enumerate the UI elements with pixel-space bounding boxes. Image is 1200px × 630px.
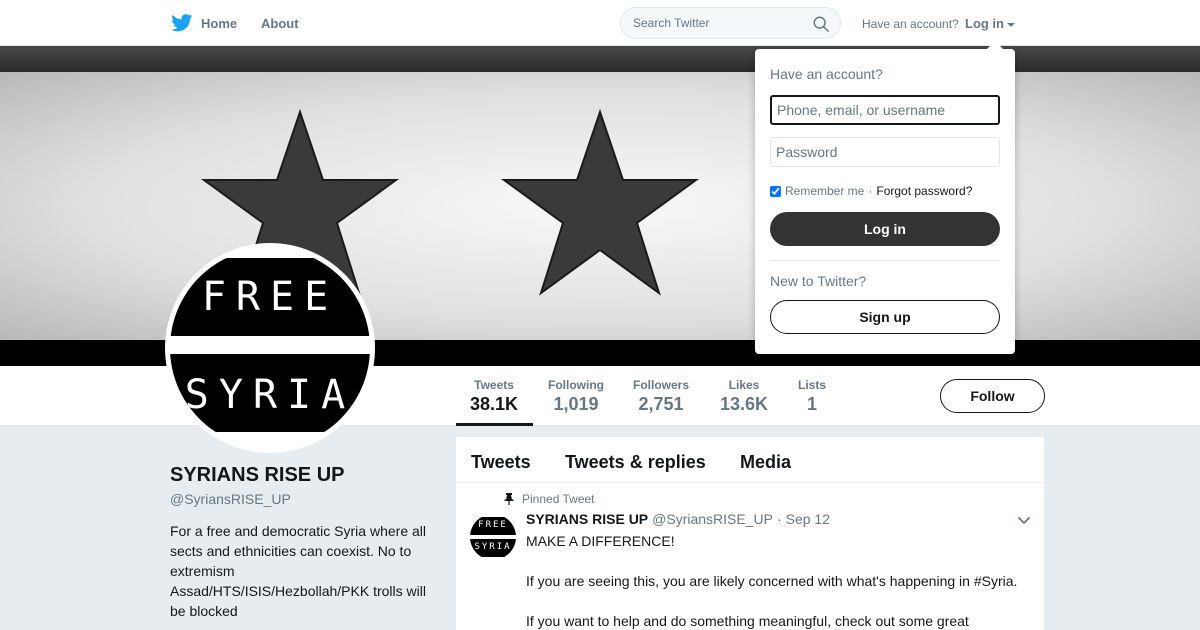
password-field[interactable] — [770, 137, 1000, 167]
avatar-text-line2: SYRIA — [184, 372, 356, 418]
nav-home-label: Home — [201, 15, 238, 31]
tab-media[interactable]: Media — [740, 452, 791, 473]
pinned-label: Pinned Tweet — [522, 492, 595, 506]
tweet-paragraph: MAKE A DIFFERENCE! — [526, 533, 675, 549]
search-input[interactable] — [621, 8, 801, 38]
tweet-date[interactable]: Sep 12 — [786, 511, 830, 527]
tweet-avatar[interactable]: FREE SYRIA — [470, 514, 516, 560]
stat-label: Following — [548, 378, 604, 392]
new-to-twitter-label: New to Twitter? — [770, 273, 867, 289]
chevron-down-icon[interactable] — [1017, 514, 1031, 528]
stat-value: 1,019 — [553, 394, 599, 414]
login-dropdown-toggle[interactable]: Log in — [965, 16, 1015, 31]
tweet-paragraph: If you are seeing this, you are likely c… — [526, 573, 1018, 589]
login-toggle-label: Log in — [965, 16, 1004, 31]
dropdown-arrow — [987, 41, 1003, 49]
search-icon[interactable] — [812, 15, 830, 33]
tweet-text: MAKE A DIFFERENCE! If you are seeing thi… — [526, 531, 1036, 630]
remember-me-checkbox[interactable] — [770, 185, 781, 197]
timeline: Tweets Tweets & replies Media Pinned Twe… — [456, 437, 1044, 630]
search-box — [620, 7, 841, 39]
star-icon — [500, 108, 700, 296]
tweet-avatar-text-line2: SYRIA — [474, 542, 512, 552]
stat-lists[interactable]: Lists 1 — [798, 378, 826, 415]
nav-home-link[interactable]: Home — [171, 13, 237, 33]
stat-value: 2,751 — [638, 394, 684, 414]
stat-value: 38.1K — [470, 394, 519, 414]
stat-likes[interactable]: Likes 13.6K — [720, 378, 768, 415]
stat-label: Lists — [798, 378, 827, 392]
signup-button[interactable]: Sign up — [770, 300, 1000, 334]
stat-value: 13.6K — [720, 394, 769, 414]
caret-down-icon — [1007, 22, 1015, 27]
avatar-image: FREE SYRIA — [170, 248, 370, 448]
username-field[interactable] — [770, 95, 1000, 125]
login-button[interactable]: Log in — [770, 212, 1000, 246]
tweet-header: SYRIANS RISE UP @SyriansRISE_UP · Sep 12 — [526, 511, 830, 527]
separator-dot: · — [868, 184, 873, 198]
stat-label: Tweets — [474, 378, 514, 392]
tab-tweets[interactable]: Tweets — [471, 452, 531, 473]
profile-handle[interactable]: @SyriansRISE_UP — [170, 491, 291, 507]
stat-label: Followers — [633, 378, 690, 392]
banner-top-band — [0, 46, 1200, 72]
stat-following[interactable]: Following 1,019 — [548, 378, 604, 415]
timeline-tabs: Tweets Tweets & replies Media — [456, 437, 1044, 483]
login-dropdown: Have an account? Remember me · Forgot pa… — [755, 41, 1015, 354]
pin-icon — [504, 493, 514, 505]
active-stat-underline — [456, 423, 533, 426]
top-nav-bar: Home About Have an account? Log in — [0, 0, 1200, 46]
twitter-bird-icon — [171, 14, 193, 32]
profile-name[interactable]: SYRIANS RISE UP — [170, 464, 344, 487]
tweet-avatar-text-line1: FREE — [478, 520, 508, 530]
tab-tweets-replies[interactable]: Tweets & replies — [565, 452, 706, 473]
stat-tweets[interactable]: Tweets 38.1K — [470, 378, 518, 415]
stat-value: 1 — [807, 394, 818, 414]
profile-avatar[interactable]: FREE SYRIA — [165, 243, 375, 453]
avatar-text-line1: FREE — [201, 274, 339, 320]
follow-button[interactable]: Follow — [940, 379, 1045, 413]
dropdown-divider — [770, 260, 1000, 261]
stat-followers[interactable]: Followers 2,751 — [633, 378, 689, 415]
dropdown-title: Have an account? — [770, 66, 883, 82]
remember-me-row: Remember me · Forgot password? — [770, 184, 972, 198]
tweet-author-handle[interactable]: @SyriansRISE_UP — [652, 511, 773, 527]
pinned-tweet-context: Pinned Tweet — [504, 492, 595, 506]
tweet-paragraph: If you want to help and do something mea… — [526, 613, 969, 629]
forgot-password-link[interactable]: Forgot password? — [876, 184, 972, 198]
profile-bio: For a free and democratic Syria where al… — [170, 523, 426, 619]
stat-label: Likes — [728, 378, 760, 392]
tweet-author-name[interactable]: SYRIANS RISE UP — [526, 511, 648, 527]
remember-me-label[interactable]: Remember me — [785, 184, 864, 198]
nav-about-link[interactable]: About — [261, 16, 299, 31]
have-account-text: Have an account? — [862, 17, 959, 31]
tweet-dot-separator: · — [776, 511, 782, 527]
